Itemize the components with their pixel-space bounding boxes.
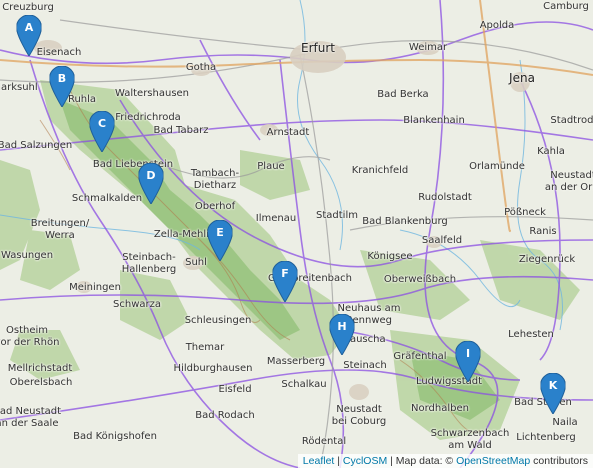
attribution-separator-1: | (334, 455, 343, 467)
place-label-ostheim: Ostheim vor der Rhön (0, 325, 60, 348)
map-marker-f[interactable]: F (272, 261, 298, 302)
map-marker-b[interactable]: B (49, 66, 75, 107)
attribution-tail: contributors (530, 455, 588, 467)
place-label-orlamuende: Orlamünde (469, 161, 525, 172)
place-label-erfurt: Erfurt (301, 41, 335, 55)
place-label-bad-salzungen: Bad Salzungen (0, 140, 73, 151)
place-label-bad-berka: Bad Berka (377, 89, 429, 100)
map-marker-d[interactable]: D (138, 163, 164, 204)
place-label-mellrichstadt: Mellrichstadt (7, 363, 73, 374)
place-label-schmalkalden: Schmalkalden (71, 193, 143, 204)
place-label-apolda: Apolda (479, 20, 515, 31)
place-label-nordhalben: Nordhalben (411, 403, 469, 414)
leaflet-link[interactable]: Leaflet (303, 455, 335, 467)
place-label-creuzburg: Creuzburg (2, 2, 54, 13)
map-marker-c[interactable]: C (89, 111, 115, 152)
map-marker-e[interactable]: E (207, 220, 233, 261)
map-canvas[interactable]: Creuzburg Apolda Camburg Eisenach Erfurt Weim… (0, 0, 593, 468)
place-label-gotha: Gotha (185, 62, 217, 73)
place-label-hildburghausen: Hildburghausen (173, 363, 253, 374)
place-label-suhl: Suhl (185, 257, 207, 268)
place-label-lehesten: Lehesten (508, 329, 554, 340)
place-label-bad-blankenburg: Bad Blankenburg (362, 216, 448, 227)
place-label-oberweissbach: Oberweißbach (383, 274, 457, 285)
place-label-steinach: Steinach (343, 360, 387, 371)
place-label-saalfeld: Saalfeld (421, 235, 463, 246)
place-label-themar: Themar (185, 342, 225, 353)
attribution: Leaflet | CyclOSM | Map data: © OpenStre… (297, 454, 593, 468)
place-label-zella-mehlis: Zella-Mehlis (153, 229, 215, 240)
place-label-marksuhl: Marksuhl (0, 82, 38, 93)
map-marker-k[interactable]: K (540, 373, 566, 414)
place-label-poessneck: Pößneck (504, 207, 546, 218)
place-label-waltershausen: Waltershausen (114, 88, 190, 99)
place-label-arnstadt: Arnstadt (266, 127, 310, 138)
map-marker-h[interactable]: H (329, 314, 355, 355)
place-label-lichtenberg: Lichtenberg (516, 432, 576, 443)
marker-letter: E (216, 226, 224, 239)
place-label-bad-tabarz: Bad Tabarz (153, 125, 209, 136)
place-label-kranichfeld: Kranichfeld (351, 165, 409, 176)
place-label-meiningen: Meiningen (69, 282, 121, 293)
place-label-naila: Naila (552, 417, 578, 428)
attribution-text: | Map data: © (387, 455, 457, 467)
marker-letter: C (97, 117, 107, 130)
place-label-friedrichroda: Friedrichroda (115, 112, 181, 123)
place-label-masserberg: Masserberg (266, 356, 326, 367)
place-label-bad-rodach: Bad Rodach (195, 410, 255, 421)
place-label-breitungen: Breitungen/ Werra (30, 218, 90, 241)
marker-letter: K (548, 379, 558, 392)
place-label-neustadt-coburg: Neustadt bei Coburg (331, 404, 387, 427)
marker-letter: H (337, 320, 347, 333)
place-label-bad-koenigshofen: Bad Königshofen (73, 431, 157, 442)
place-label-stadtroda: Stadtroda (550, 115, 593, 126)
place-label-ziegenrueck: Ziegenrück (518, 254, 576, 265)
place-label-tambach: Tambach- Dietharz (190, 168, 240, 191)
place-label-stadtilm: Stadtilm (316, 210, 358, 221)
place-label-wasungen: Wasungen (0, 250, 54, 261)
place-label-eisfeld: Eisfeld (218, 384, 252, 395)
place-label-oberelsbach: Oberelsbach (9, 377, 73, 388)
place-label-blankenhain: Blankenhain (403, 115, 465, 126)
place-label-oberhof: Oberhof (194, 201, 236, 212)
place-label-schwarzenbach: Schwarzenbach am Wald (430, 428, 510, 451)
place-label-ranis: Ranis (529, 226, 557, 237)
place-label-camburg: Camburg (543, 1, 589, 12)
marker-letter: I (465, 347, 471, 360)
map-marker-a[interactable]: A (16, 15, 42, 56)
place-label-bad-neustadt: Bad Neustadt an der Saale (0, 406, 62, 429)
place-label-jena: Jena (509, 71, 535, 85)
place-label-neustadt-orla: Neustadt an der Orla (544, 170, 593, 193)
place-label-koenigsee: Königsee (367, 251, 413, 262)
place-label-steinbach-hallenberg: Steinbach- Hallenberg (121, 252, 177, 275)
marker-letter: B (57, 72, 67, 85)
place-label-kahla: Kahla (537, 146, 565, 157)
marker-letter: D (146, 169, 156, 182)
place-label-schwarza: Schwarza (113, 299, 161, 310)
cyclosm-link[interactable]: CyclOSM (343, 455, 387, 467)
place-label-plaue: Plaue (257, 161, 285, 172)
place-label-ilmenau: Ilmenau (255, 213, 297, 224)
place-label-eisenach: Eisenach (36, 47, 82, 58)
map-marker-i[interactable]: I (455, 341, 481, 382)
place-label-roedental: Rödental (301, 436, 347, 447)
place-label-weimar: Weimar (408, 42, 448, 53)
place-label-schalkau: Schalkau (281, 379, 327, 390)
place-label-graefenthal: Gräfenthal (393, 351, 447, 362)
place-label-schleusingen: Schleusingen (184, 315, 252, 326)
marker-letter: F (281, 267, 289, 280)
marker-letter: A (24, 21, 34, 34)
place-label-rudolstadt: Rudolstadt (418, 192, 472, 203)
openstreetmap-link[interactable]: OpenStreetMap (456, 455, 530, 467)
